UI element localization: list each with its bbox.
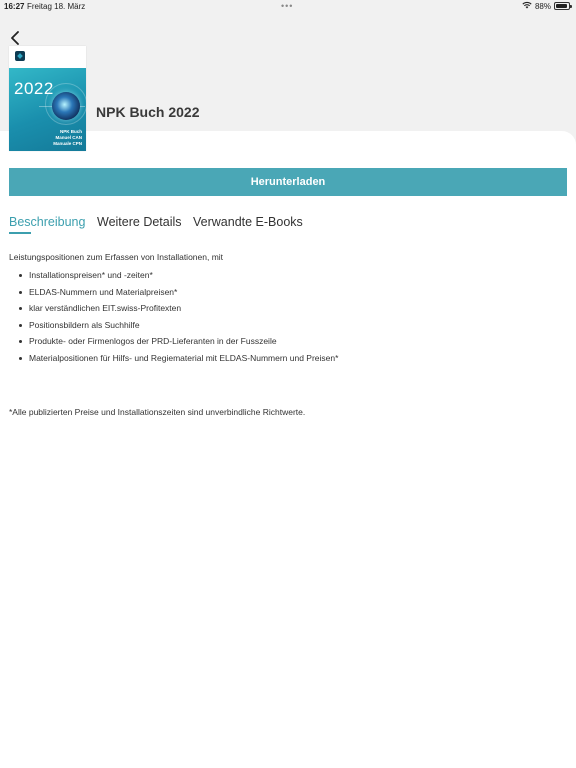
publisher-logo-icon [15,51,25,61]
tab-beschreibung[interactable]: Beschreibung [9,215,86,234]
book-title: NPK Buch 2022 [96,104,200,120]
status-indicators: 88% [522,1,572,11]
active-tab-indicator [9,232,31,234]
status-date: Freitag 18. März [27,2,86,11]
list-item: ELDAS-Nummern und Materialpreisen* [9,287,567,304]
multitasking-dots[interactable]: ••• [281,1,293,11]
book-cover: 2022 NPK Buch Manuel CAN Manuale CPN [9,46,86,151]
wifi-icon [522,1,532,11]
cover-artwork: 2022 NPK Buch Manuel CAN Manuale CPN [9,68,86,151]
tab-verwandte-ebooks[interactable]: Verwandte E-Books [193,215,303,229]
back-button[interactable] [6,29,24,47]
tab-label: Weitere Details [97,215,182,229]
description: Leistungspositionen zum Erfassen von Ins… [9,252,567,370]
list-item: Produkte- oder Firmenlogos der PRD-Liefe… [9,336,567,353]
list-item: Positionsbildern als Suchhilfe [9,320,567,337]
feature-list: Installationspreisen* und -zeiten* ELDAS… [9,270,567,370]
list-item: Materialpositionen für Hilfs- und Regiem… [9,353,567,370]
download-button[interactable]: Herunterladen [9,168,567,196]
status-time: 16:27 [4,2,25,11]
status-bar: 16:27 Freitag 18. März ••• 88% [0,0,576,13]
list-item: Installationspreisen* und -zeiten* [9,270,567,287]
chevron-left-icon [11,31,19,45]
cover-globe-icon [52,92,80,120]
tab-label: Beschreibung [9,215,86,229]
tab-weitere-details[interactable]: Weitere Details [97,215,182,229]
tab-label: Verwandte E-Books [193,215,303,229]
description-intro: Leistungspositionen zum Erfassen von Ins… [9,252,224,262]
price-footnote: *Alle publizierten Preise und Installati… [9,407,306,417]
battery-icon [554,2,572,10]
battery-percent: 88% [534,1,551,11]
cover-year: 2022 [14,79,54,98]
cover-titles: NPK Buch Manuel CAN Manuale CPN [53,129,82,147]
battery-level [556,4,567,8]
cover-title-line: Manuale CPN [53,141,82,146]
list-item: klar verständlichen EIT.swiss-Profitexte… [9,303,567,320]
